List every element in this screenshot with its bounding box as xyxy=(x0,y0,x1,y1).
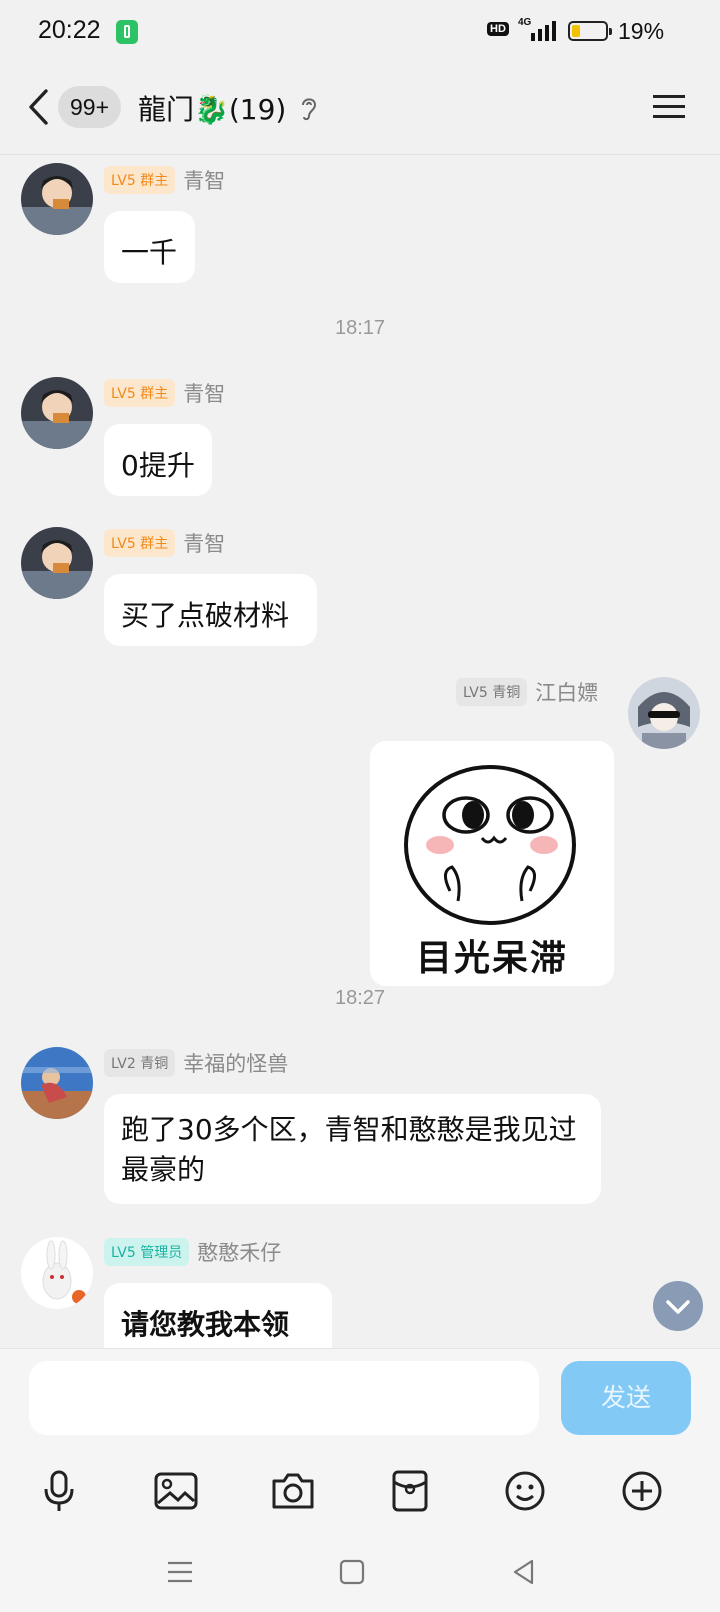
sender-name[interactable]: 幸福的怪兽 xyxy=(183,1048,288,1078)
timestamp-divider: 18:17 xyxy=(334,317,386,339)
sender-name[interactable]: 江白嫖 xyxy=(535,677,598,707)
sender-name[interactable]: 青智 xyxy=(183,378,225,408)
recents-icon[interactable] xyxy=(166,1558,194,1586)
hd-badge: HD xyxy=(487,22,509,36)
system-navigation-bar xyxy=(0,1536,720,1612)
ear-icon[interactable] xyxy=(298,94,320,122)
message-meta: LV5 管理员 憨憨禾仔 xyxy=(104,1237,281,1267)
avatar[interactable] xyxy=(21,527,93,599)
message-bubble[interactable]: 跑了30多个区，青智和憨憨是我见过最豪的 xyxy=(104,1094,601,1204)
red-packet-icon[interactable] xyxy=(380,1456,440,1526)
message-bubble[interactable]: 请您教我本领 xyxy=(104,1283,332,1348)
scroll-to-bottom-button[interactable] xyxy=(653,1281,703,1331)
sticker-caption: 目光呆滞 xyxy=(415,938,568,979)
send-button[interactable]: 发送 xyxy=(561,1361,691,1435)
message-input[interactable] xyxy=(29,1361,539,1435)
menu-icon[interactable] xyxy=(652,92,686,122)
message-bubble[interactable]: 一千 xyxy=(104,211,195,283)
avatar[interactable] xyxy=(21,163,93,235)
message-meta: LV5 群主 青智 xyxy=(104,165,225,195)
sender-name[interactable]: 憨憨禾仔 xyxy=(197,1237,281,1267)
status-bar: 20:22 HD 4G 19% xyxy=(0,0,720,64)
chat-header: 99+ 龍门🐉(19) xyxy=(0,64,720,155)
avatar[interactable] xyxy=(21,1047,93,1119)
chevron-down-icon xyxy=(666,1300,690,1314)
back-arrow-icon[interactable] xyxy=(24,86,56,128)
level-badge: LV5 群主 xyxy=(104,379,176,407)
message-meta: LV2 青铜 幸福的怪兽 xyxy=(104,1048,288,1078)
home-icon[interactable] xyxy=(338,1558,366,1586)
message-meta: LV5 群主 青智 xyxy=(104,528,225,558)
unread-count-badge[interactable]: 99+ xyxy=(58,86,122,128)
emoji-icon[interactable] xyxy=(495,1456,555,1526)
input-toolbar xyxy=(0,1456,720,1536)
status-time: 20:22 xyxy=(38,16,101,44)
back-nav-icon[interactable] xyxy=(510,1558,538,1586)
chat-area[interactable]: LV5 群主 青智 一千 18:17 LV5 群主 青智 0提升 LV5 群主 … xyxy=(0,155,720,1348)
battery-percent: 19% xyxy=(618,18,665,44)
signal-icon xyxy=(531,21,556,41)
message-meta: LV5 群主 青智 xyxy=(104,378,225,408)
level-badge: LV5 管理员 xyxy=(104,1238,190,1266)
message-bubble[interactable]: 买了点破材料 xyxy=(104,574,317,646)
input-bar: 发送 xyxy=(0,1348,720,1457)
avatar[interactable] xyxy=(628,677,700,749)
sticker-face-image xyxy=(404,765,576,925)
image-icon[interactable] xyxy=(146,1456,206,1526)
microphone-icon[interactable] xyxy=(29,1456,89,1526)
level-badge: LV5 群主 xyxy=(104,166,176,194)
level-badge: LV5 群主 xyxy=(104,529,176,557)
sticker-message[interactable]: 目光呆滞 xyxy=(370,741,614,986)
battery-saver-icon xyxy=(116,20,138,44)
sender-name[interactable]: 青智 xyxy=(183,528,225,558)
group-title[interactable]: 龍门🐉(19) xyxy=(138,88,286,128)
timestamp-divider: 18:27 xyxy=(334,987,386,1009)
camera-icon[interactable] xyxy=(263,1456,323,1526)
battery-icon xyxy=(568,21,612,41)
message-meta: LV5 青铜 江白嫖 xyxy=(456,677,598,707)
sender-name[interactable]: 青智 xyxy=(183,165,225,195)
level-badge: LV5 青铜 xyxy=(456,678,528,706)
avatar[interactable] xyxy=(21,377,93,449)
plus-icon[interactable] xyxy=(612,1456,672,1526)
message-bubble[interactable]: 0提升 xyxy=(104,424,212,496)
avatar[interactable] xyxy=(21,1237,93,1309)
level-badge: LV2 青铜 xyxy=(104,1049,176,1077)
